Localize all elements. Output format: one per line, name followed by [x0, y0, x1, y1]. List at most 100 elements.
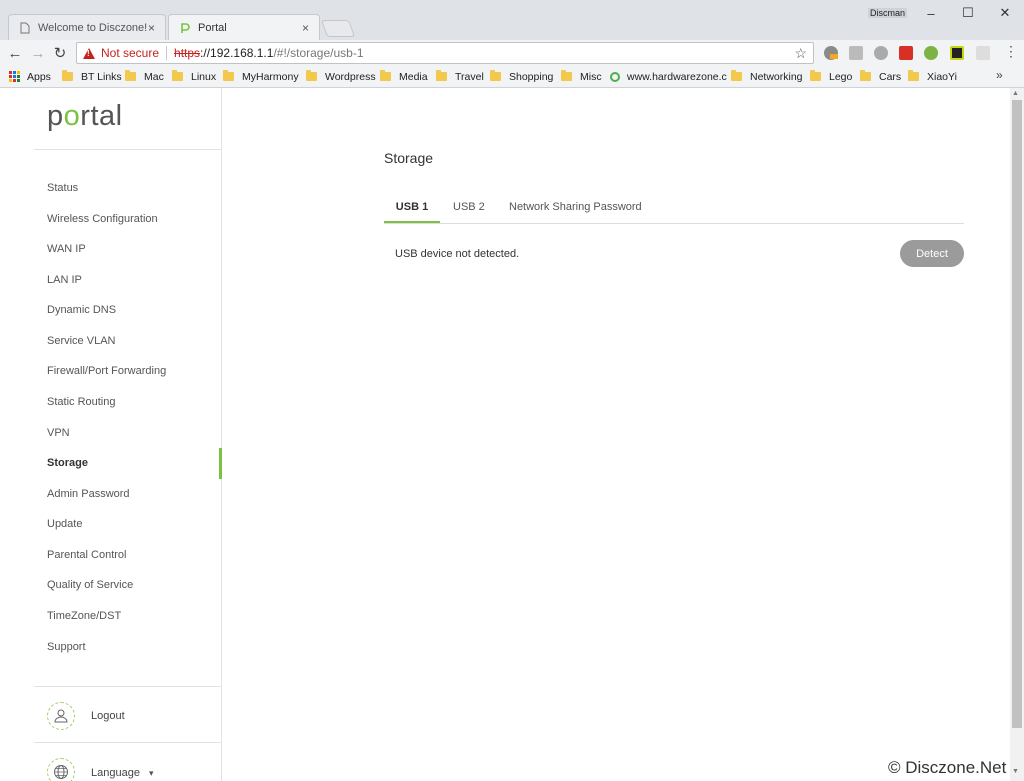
- tab-title: Portal: [198, 21, 227, 34]
- folder-icon: [490, 70, 501, 81]
- bookmark-misc[interactable]: Misc: [561, 66, 602, 87]
- bookmark-travel[interactable]: Travel: [436, 66, 484, 87]
- sidebar-item-admin-password[interactable]: Admin Password: [47, 488, 130, 500]
- page-title: Storage: [384, 150, 434, 166]
- bookmark-label: www.hardwarezone.c: [627, 70, 727, 83]
- sidebar-item-support[interactable]: Support: [47, 641, 86, 653]
- bookmarks-overflow-icon[interactable]: »: [996, 68, 1003, 82]
- tab-network-sharing-password[interactable]: Network Sharing Password: [509, 191, 642, 223]
- browser-tab-portal[interactable]: Portal ×: [168, 14, 320, 40]
- profile-name[interactable]: Discman: [868, 8, 908, 18]
- sidebar-item-static-routing[interactable]: Static Routing: [47, 396, 115, 408]
- language-label: Language: [91, 767, 140, 779]
- active-indicator: [219, 448, 222, 479]
- bookmark-label: MyHarmony: [242, 70, 299, 83]
- extension-s-icon[interactable]: [899, 46, 913, 60]
- extension-circle-icon[interactable]: [874, 46, 888, 60]
- bookmark-wordpress[interactable]: Wordpress: [306, 66, 376, 87]
- bookmark-xiaoyi[interactable]: XiaoYi: [908, 66, 957, 87]
- chevron-down-icon: ▾: [149, 768, 154, 778]
- sidebar-item-status[interactable]: Status: [47, 182, 78, 194]
- tab-usb-2[interactable]: USB 2: [453, 191, 485, 223]
- tab-title: Welcome to Disczone! -: [38, 21, 148, 34]
- sidebar-item-wan-ip[interactable]: WAN IP: [47, 243, 86, 255]
- folder-icon: [810, 70, 821, 81]
- extension-leaf-icon[interactable]: [924, 46, 938, 60]
- forward-button[interactable]: →: [29, 44, 47, 62]
- bookmark-hardwarezone[interactable]: www.hardwarezone.c: [610, 66, 727, 87]
- bookmark-label: XiaoYi: [927, 70, 957, 83]
- maximize-button[interactable]: ☐: [955, 4, 981, 22]
- url-path: /#!/storage/usb-1: [273, 46, 364, 60]
- sidebar-item-timezone-dst[interactable]: TimeZone/DST: [47, 610, 121, 622]
- apps-grid-icon: [9, 71, 20, 82]
- scroll-down-icon[interactable]: ▼: [1012, 768, 1019, 775]
- globe-icon[interactable]: [47, 758, 75, 781]
- address-bar[interactable]: Not secure https ://192.168.1.1 /#!/stor…: [76, 42, 814, 64]
- sidebar-item-storage[interactable]: Storage: [47, 457, 88, 469]
- watermark: © Disczone.Net: [888, 758, 1007, 777]
- bookmark-lego[interactable]: Lego: [810, 66, 852, 87]
- close-tab-icon[interactable]: ×: [148, 21, 155, 35]
- folder-icon: [380, 70, 391, 81]
- close-tab-icon[interactable]: ×: [302, 21, 309, 35]
- sidebar-item-parental-control[interactable]: Parental Control: [47, 549, 127, 561]
- security-indicator[interactable]: Not secure: [101, 46, 159, 60]
- folder-icon: [125, 70, 136, 81]
- bookmark-bt-links[interactable]: BT Links: [62, 66, 122, 87]
- bookmark-networking[interactable]: Networking: [731, 66, 803, 87]
- reload-button[interactable]: ↻: [51, 44, 69, 62]
- extension-check-icon[interactable]: [950, 46, 964, 60]
- folder-icon: [860, 70, 871, 81]
- bookmark-linux[interactable]: Linux: [172, 66, 216, 87]
- sidebar-item-quality-of-service[interactable]: Quality of Service: [47, 579, 133, 591]
- bookmark-mac[interactable]: Mac: [125, 66, 164, 87]
- bookmark-media[interactable]: Media: [380, 66, 428, 87]
- folder-icon: [306, 70, 317, 81]
- logo-text-o: o: [63, 100, 81, 132]
- bookmark-cars[interactable]: Cars: [860, 66, 901, 87]
- language-selector[interactable]: Language ▾: [91, 767, 154, 779]
- scrollbar-thumb[interactable]: [1012, 100, 1022, 728]
- bookmark-myharmony[interactable]: MyHarmony: [223, 66, 299, 87]
- tab-usb-1[interactable]: USB 1: [384, 191, 440, 223]
- page-icon: [20, 22, 30, 33]
- logout-link[interactable]: Logout: [91, 710, 125, 722]
- bookmark-label: Mac: [144, 70, 164, 83]
- bookmark-star-icon[interactable]: ☆: [794, 45, 807, 62]
- back-button[interactable]: ←: [6, 44, 24, 62]
- bookmark-apps[interactable]: Apps: [9, 66, 51, 87]
- scroll-up-icon[interactable]: ▲: [1012, 90, 1019, 97]
- bookmark-label: Misc: [580, 70, 602, 83]
- user-glyph-icon: [54, 709, 68, 723]
- bookmark-label: Apps: [27, 70, 51, 83]
- folder-icon: [223, 70, 234, 81]
- new-tab-button[interactable]: [320, 20, 356, 37]
- extension-off-icon[interactable]: [824, 46, 838, 60]
- browser-tab-disczone[interactable]: Welcome to Disczone! - ×: [8, 14, 166, 40]
- bookmark-label: Shopping: [509, 70, 554, 83]
- minimize-button[interactable]: –: [918, 4, 944, 22]
- browser-menu-icon[interactable]: ⋮: [1004, 43, 1018, 60]
- bookmark-shopping[interactable]: Shopping: [490, 66, 553, 87]
- logo-text-start: p: [47, 100, 64, 132]
- divider: [34, 149, 222, 150]
- sidebar-item-wireless-configuration[interactable]: Wireless Configuration: [47, 213, 158, 225]
- sidebar-item-dynamic-dns[interactable]: Dynamic DNS: [47, 304, 116, 316]
- sidebar-item-service-vlan[interactable]: Service VLAN: [47, 335, 115, 347]
- close-window-button[interactable]: ✕: [992, 4, 1018, 22]
- divider: [34, 742, 222, 743]
- sidebar-item-firewall-port-forwarding[interactable]: Firewall/Port Forwarding: [47, 365, 166, 377]
- user-icon[interactable]: [47, 702, 75, 730]
- divider: [34, 686, 222, 687]
- bookmark-label: Cars: [879, 70, 902, 83]
- extension-image-icon[interactable]: [849, 46, 863, 60]
- sidebar-item-update[interactable]: Update: [47, 518, 82, 530]
- folder-icon: [908, 70, 919, 81]
- sidebar-item-lan-ip[interactable]: LAN IP: [47, 274, 82, 286]
- extension-cast-icon[interactable]: [976, 46, 990, 60]
- portal-logo[interactable]: portal: [47, 100, 123, 133]
- folder-icon: [436, 70, 447, 81]
- sidebar-item-vpn[interactable]: VPN: [47, 427, 70, 439]
- detect-button[interactable]: Detect: [900, 240, 964, 267]
